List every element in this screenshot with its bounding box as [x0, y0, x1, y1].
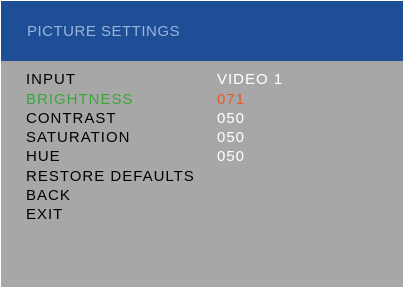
menu-item-value: 071: [217, 91, 246, 108]
menu-item-value: 050: [217, 129, 246, 146]
menu-item-label: HUE: [26, 148, 61, 165]
menu-item-label: EXIT: [26, 206, 64, 223]
menu-item-label: CONTRAST: [26, 110, 117, 127]
menu-item-label: INPUT: [26, 71, 76, 88]
menu-item-brightness[interactable]: BRIGHTNESS 071: [26, 91, 396, 109]
settings-menu: INPUT VIDEO 1 BRIGHTNESS 071 CONTRAST 05…: [1, 61, 403, 287]
menu-item-value: VIDEO 1: [217, 71, 284, 88]
menu-item-input[interactable]: INPUT VIDEO 1: [26, 71, 396, 89]
menu-item-label: SATURATION: [26, 129, 131, 146]
menu-item-exit[interactable]: EXIT: [26, 206, 396, 224]
menu-item-contrast[interactable]: CONTRAST 050: [26, 110, 396, 128]
menu-item-restore-defaults[interactable]: RESTORE DEFAULTS: [26, 168, 396, 186]
menu-item-label: BACK: [26, 187, 71, 204]
menu-item-label: BRIGHTNESS: [26, 91, 134, 108]
menu-item-hue[interactable]: HUE 050: [26, 148, 396, 166]
menu-item-back[interactable]: BACK: [26, 187, 396, 205]
osd-header: PICTURE SETTINGS: [1, 1, 403, 61]
menu-item-label: RESTORE DEFAULTS: [26, 168, 195, 185]
menu-item-saturation[interactable]: SATURATION 050: [26, 129, 396, 147]
picture-settings-osd: PICTURE SETTINGS INPUT VIDEO 1 BRIGHTNES…: [0, 0, 404, 288]
menu-item-value: 050: [217, 110, 246, 127]
menu-item-value: 050: [217, 148, 246, 165]
page-title: PICTURE SETTINGS: [27, 23, 181, 40]
